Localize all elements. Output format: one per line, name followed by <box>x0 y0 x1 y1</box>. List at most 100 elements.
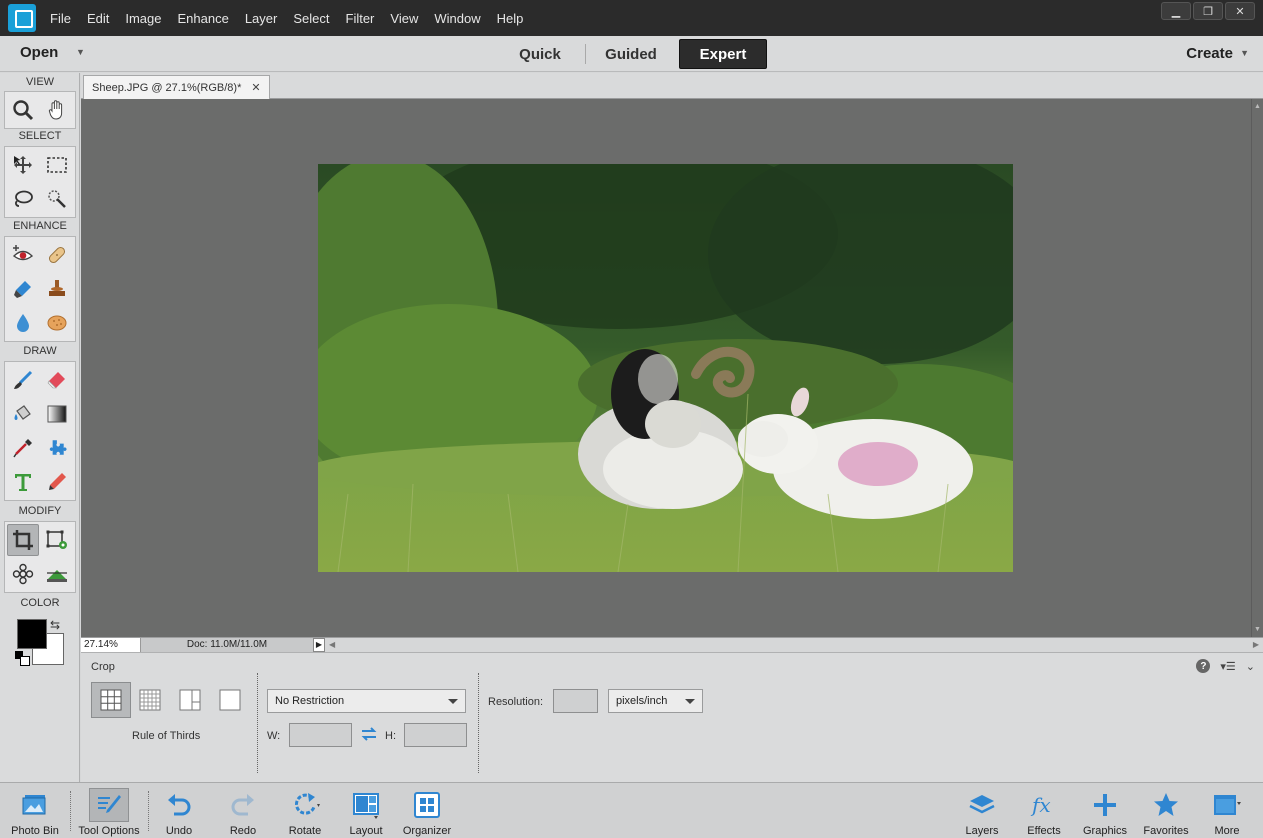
toolbox: VIEW SELECT ENHANCE DRAW MODIFY COLOR ⇆ <box>0 73 80 782</box>
tab-guided[interactable]: Guided <box>588 39 674 69</box>
scroll-left-icon[interactable]: ◀ <box>329 638 335 651</box>
minimize-button[interactable]: ▁ <box>1161 2 1191 20</box>
favorites-button[interactable]: Favorites <box>1136 783 1196 838</box>
menu-view[interactable]: View <box>390 11 418 26</box>
no-overlay-button[interactable] <box>215 685 245 715</box>
red-eye-tool-icon[interactable] <box>7 239 39 271</box>
rule-of-thirds-overlay-button[interactable] <box>91 682 131 718</box>
layout-label: Layout <box>349 825 383 837</box>
menu-layer[interactable]: Layer <box>245 11 278 26</box>
zoom-level-field[interactable]: 27.14% <box>81 638 141 652</box>
menu-image[interactable]: Image <box>125 11 161 26</box>
menu-window[interactable]: Window <box>434 11 480 26</box>
height-field[interactable] <box>404 723 467 747</box>
menu-edit[interactable]: Edit <box>87 11 109 26</box>
canvas-area[interactable] <box>81 99 1251 637</box>
scroll-down-icon[interactable]: ▼ <box>1254 626 1261 633</box>
scroll-right-icon[interactable]: ▶ <box>1253 638 1259 651</box>
create-button[interactable]: Create <box>1186 45 1233 62</box>
status-menu-arrow-icon[interactable]: ▶ <box>313 638 325 652</box>
menu-filter[interactable]: Filter <box>346 11 375 26</box>
menu-file[interactable]: File <box>50 11 71 26</box>
restore-button[interactable]: ❐ <box>1193 2 1223 20</box>
more-label: More <box>1214 825 1240 837</box>
clone-stamp-icon[interactable] <box>41 273 73 305</box>
pencil-tool-icon[interactable] <box>41 466 73 498</box>
eyedropper-icon[interactable] <box>7 432 39 464</box>
swap-colors-icon[interactable]: ⇆ <box>50 618 60 632</box>
tab-quick[interactable]: Quick <box>498 39 582 69</box>
grid-overlay-button[interactable] <box>135 685 165 715</box>
content-aware-move-icon[interactable] <box>7 558 39 590</box>
graphics-button[interactable]: Graphics <box>1075 783 1135 838</box>
quick-selection-tool-icon[interactable] <box>41 183 73 215</box>
marquee-tool-icon[interactable] <box>41 149 73 181</box>
undo-label: Undo <box>165 825 193 837</box>
collapse-panel-icon[interactable]: ⌄ <box>1246 660 1255 673</box>
width-field[interactable] <box>289 723 352 747</box>
section-label-modify: MODIFY <box>18 505 62 517</box>
tool-group-enhance <box>4 236 76 342</box>
brush-tool-icon[interactable] <box>7 364 39 396</box>
star-icon <box>1154 793 1178 816</box>
menu-enhance[interactable]: Enhance <box>178 11 229 26</box>
effects-button[interactable]: fx Effects <box>1014 783 1074 838</box>
crop-preset-select[interactable]: No Restriction <box>267 689 466 713</box>
tab-expert[interactable]: Expert <box>679 39 767 69</box>
open-button[interactable]: Open <box>20 44 58 61</box>
crop-tool-icon[interactable] <box>7 524 39 556</box>
move-tool-icon[interactable] <box>7 149 39 181</box>
photo-bin-button[interactable]: Photo Bin <box>2 783 68 838</box>
sheep-photo[interactable] <box>318 164 1013 572</box>
document-tab-bar: Sheep.JPG @ 27.1%(RGB/8)* ✕ <box>81 73 1263 99</box>
document-tab[interactable]: Sheep.JPG @ 27.1%(RGB/8)* ✕ <box>83 75 270 99</box>
tool-options-icon <box>98 795 121 813</box>
organizer-button[interactable]: Organizer <box>396 783 458 838</box>
smart-brush-icon[interactable] <box>7 273 39 305</box>
create-dropdown-caret-icon[interactable]: ▼ <box>1240 48 1249 58</box>
open-dropdown-caret-icon[interactable]: ▼ <box>76 47 85 57</box>
straighten-tool-icon[interactable] <box>41 558 73 590</box>
hand-tool-icon[interactable] <box>41 94 73 126</box>
custom-shape-icon[interactable] <box>41 432 73 464</box>
vertical-scrollbar[interactable]: ▲ ▼ <box>1251 99 1263 637</box>
rotate-icon <box>294 793 320 815</box>
close-window-button[interactable]: ✕ <box>1225 2 1255 20</box>
foreground-color-swatch[interactable] <box>17 619 47 649</box>
menu-help[interactable]: Help <box>497 11 524 26</box>
more-button[interactable]: More <box>1198 783 1256 838</box>
section-label-color: COLOR <box>20 597 60 609</box>
tool-group-select <box>4 146 76 218</box>
golden-ratio-overlay-button[interactable] <box>175 685 205 715</box>
favorites-label: Favorites <box>1143 825 1189 837</box>
panel-menu-icon[interactable]: ▾☰ <box>1220 660 1235 673</box>
undo-button[interactable]: Undo <box>152 783 206 838</box>
close-icon[interactable]: ✕ <box>251 81 260 94</box>
scroll-up-icon[interactable]: ▲ <box>1254 103 1261 110</box>
rotate-button[interactable]: Rotate <box>276 783 334 838</box>
eraser-tool-icon[interactable] <box>41 364 73 396</box>
layout-icon <box>353 793 379 819</box>
no-overlay-icon <box>219 689 241 711</box>
menu-select[interactable]: Select <box>293 11 329 26</box>
redo-button[interactable]: Redo <box>216 783 270 838</box>
spot-healing-brush-icon[interactable] <box>41 239 73 271</box>
type-tool-icon[interactable] <box>7 466 39 498</box>
sponge-tool-icon[interactable] <box>41 307 73 339</box>
lasso-tool-icon[interactable] <box>7 183 39 215</box>
default-colors-icon[interactable] <box>15 651 30 666</box>
status-bar: 27.14% Doc: 11.0M/11.0M ▶ ◀ ▶ <box>81 637 1263 652</box>
tool-options-button[interactable]: Tool Options <box>72 783 146 838</box>
paint-bucket-icon[interactable] <box>7 398 39 430</box>
recompose-tool-icon[interactable] <box>41 524 73 556</box>
layout-button[interactable]: Layout <box>338 783 394 838</box>
help-icon[interactable]: ? <box>1196 659 1211 673</box>
resolution-field[interactable] <box>553 689 598 713</box>
zoom-tool-icon[interactable] <box>7 94 39 126</box>
blur-tool-icon[interactable] <box>7 307 39 339</box>
resolution-unit-select[interactable]: pixels/inch <box>608 689 703 713</box>
photo-bin-icon <box>22 795 46 815</box>
gradient-tool-icon[interactable] <box>41 398 73 430</box>
swap-width-height-icon[interactable] <box>361 727 377 741</box>
layers-button[interactable]: Layers <box>952 783 1012 838</box>
